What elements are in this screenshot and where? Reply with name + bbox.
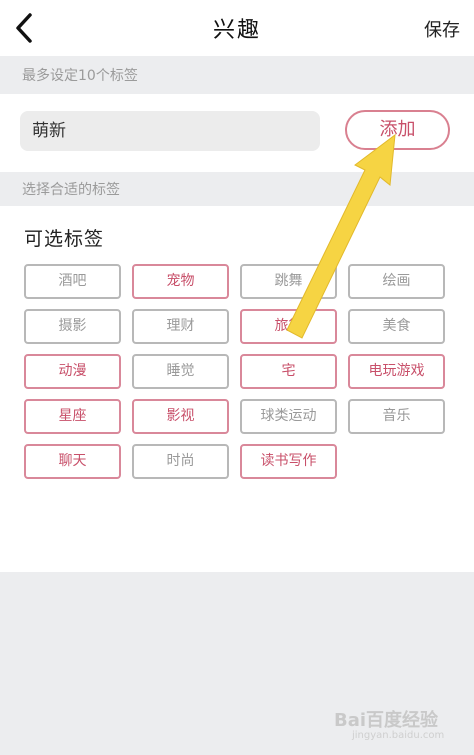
add-button[interactable]: 添加 [345, 110, 450, 150]
tag-chip[interactable]: 美食 [348, 309, 445, 344]
tag-chip[interactable]: 电玩游戏 [348, 354, 445, 389]
watermark: Bai百度经验 jingyan.baidu.com [334, 700, 464, 744]
panel-title: 可选标签 [24, 228, 105, 250]
watermark-subtext: jingyan.baidu.com [352, 730, 445, 741]
max-tags-hint: 最多设定10个标签 [0, 58, 474, 94]
tag-chip[interactable]: 绘画 [348, 264, 445, 299]
tag-chip[interactable]: 跳舞 [240, 264, 337, 299]
tag-chip[interactable]: 影视 [132, 399, 229, 434]
tag-chip[interactable]: 音乐 [348, 399, 445, 434]
navigation-bar: 兴趣 保存 [0, 0, 474, 56]
watermark-text: Bai百度经验 [334, 710, 439, 731]
choose-tags-hint: 选择合适的标签 [0, 172, 474, 208]
tag-chip[interactable]: 宅 [240, 354, 337, 389]
save-button[interactable]: 保存 [424, 16, 460, 42]
tag-chip[interactable]: 酒吧 [24, 264, 121, 299]
tag-chip[interactable]: 睡觉 [132, 354, 229, 389]
page-title: 兴趣 [212, 18, 261, 43]
tags-panel: 可选标签 酒吧 宠物 跳舞 绘画摄影 理财 旅行 美食动漫 睡觉宅电玩游戏星座 影视 球类运动 音乐… [0, 206, 474, 572]
tag-chip[interactable]: 旅行 [240, 309, 337, 344]
tag-chip[interactable]: 理财 [132, 309, 229, 344]
tag-chip[interactable]: 读书写作 [240, 444, 337, 479]
tag-chip[interactable]: 聊天 [24, 444, 121, 479]
tag-input[interactable]: 萌新 [20, 111, 320, 151]
tag-chip[interactable]: 时尚 [132, 444, 229, 479]
tag-chip[interactable]: 球类运动 [240, 399, 337, 434]
tag-grid: 酒吧 宠物 跳舞 绘画摄影 理财 旅行 美食动漫 睡觉宅电玩游戏星座 影视 球类运动 音乐聊天 时尚读… [24, 264, 448, 479]
tag-input-row: 萌新 添加 [0, 94, 474, 172]
tag-chip[interactable]: 摄影 [24, 309, 121, 344]
tag-chip[interactable]: 星座 [24, 399, 121, 434]
tag-chip[interactable]: 宠物 [132, 264, 229, 299]
tag-chip[interactable]: 动漫 [24, 354, 121, 389]
